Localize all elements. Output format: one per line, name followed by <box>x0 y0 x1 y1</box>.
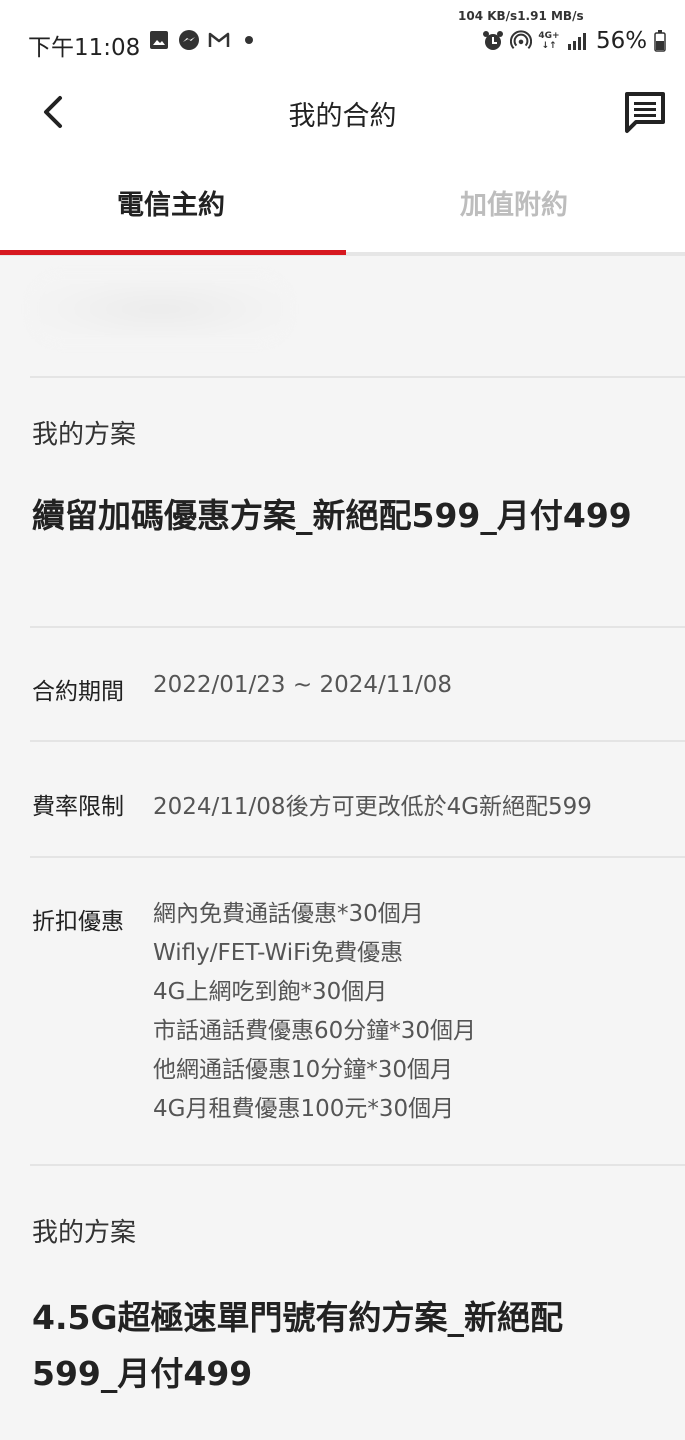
discount-item: Wifly/FET-WiFi免費優惠 <box>153 940 404 966</box>
contract-period-label: 合約期間 <box>32 679 124 705</box>
status-time: 下午11:08 <box>28 35 141 61</box>
battery-icon <box>653 30 667 52</box>
hotspot-icon <box>510 30 532 52</box>
contract-period-value: 2022/01/23 ~ 2024/11/08 <box>153 672 453 698</box>
discount-item: 4G上網吃到飽*30個月 <box>153 979 388 1005</box>
rate-limit-label: 費率限制 <box>32 794 124 820</box>
network-type-label: 4G+ <box>538 31 560 41</box>
image-icon <box>148 29 170 51</box>
plan-section-label: 我的方案 <box>32 420 137 450</box>
divider <box>30 626 685 628</box>
chat-button[interactable] <box>622 90 668 136</box>
chat-icon <box>622 92 668 140</box>
status-bar: 下午11:08 104 KB/s1.91 MB/s 4G+ ↓↑ 56% <box>0 0 685 80</box>
alarm-icon <box>482 30 504 52</box>
discount-item: 他網通話優惠10分鐘*30個月 <box>153 1057 454 1083</box>
page-title: 我的合約 <box>288 101 397 132</box>
tab-main-contract[interactable]: 電信主約 <box>0 148 342 256</box>
discount-item: 網內免費通話優惠*30個月 <box>153 901 424 927</box>
tab-active-indicator <box>0 250 346 255</box>
divider <box>30 1164 685 1166</box>
battery-percent: 56% <box>596 28 648 54</box>
gmail-icon <box>208 29 230 51</box>
tab-addon-contract[interactable]: 加值附約 <box>343 148 685 256</box>
status-left-icons <box>148 29 260 51</box>
dot-icon <box>238 29 260 51</box>
discount-label: 折扣優惠 <box>32 909 124 935</box>
plan-name: 續留加碼優惠方案_新絕配599_月付499 <box>32 496 632 535</box>
rate-limit-value: 2024/11/08後方可更改低於4G新絕配599 <box>153 794 592 820</box>
messenger-icon <box>178 29 200 51</box>
redacted-phone-number <box>30 274 290 344</box>
divider <box>30 376 685 378</box>
status-right-icons: 4G+ ↓↑ 56% <box>482 28 667 54</box>
data-arrows-icon: ↓↑ <box>541 41 557 51</box>
discount-item: 市話通話費優惠60分鐘*30個月 <box>153 1018 477 1044</box>
tab-bar: 電信主約 加值附約 <box>0 148 685 256</box>
network-4g-icon: 4G+ ↓↑ <box>538 30 560 52</box>
app-bar: 我的合約 <box>0 80 685 148</box>
divider <box>30 856 685 858</box>
signal-icon <box>566 30 588 52</box>
net-speed: 104 KB/s1.91 MB/s <box>458 9 584 23</box>
plan-name: 4.5G超極速單門號有約方案_新絕配599_月付499 <box>32 1298 564 1393</box>
discount-list: 網內免費通話優惠*30個月 Wifly/FET-WiFi免費優惠 4G上網吃到飽… <box>153 895 476 1129</box>
plan-section-label: 我的方案 <box>32 1218 137 1248</box>
divider <box>30 740 685 742</box>
discount-item: 4G月租費優惠100元*30個月 <box>153 1096 455 1122</box>
